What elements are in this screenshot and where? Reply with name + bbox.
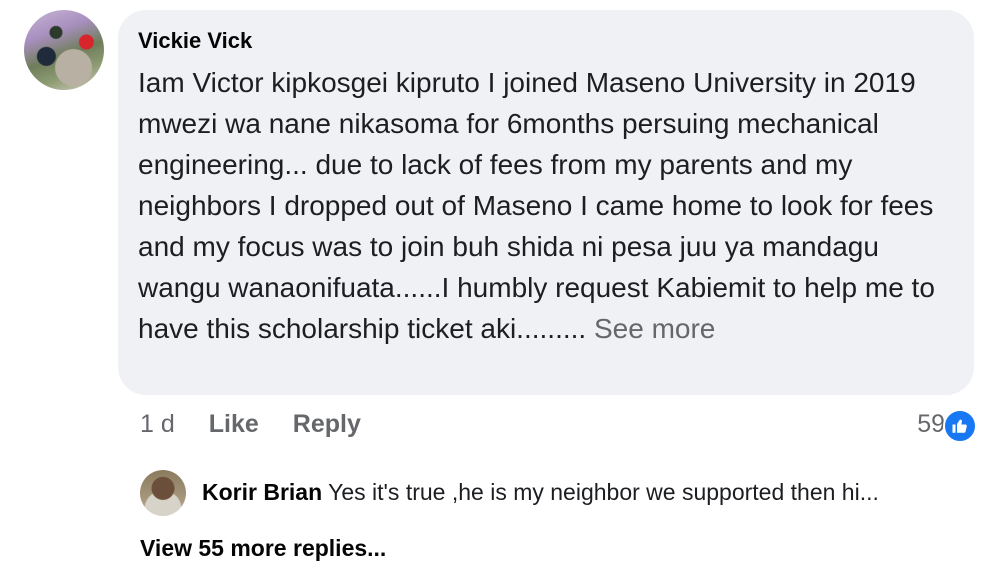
reply-button[interactable]: Reply <box>293 410 361 439</box>
reaction-count[interactable]: 59 <box>917 410 945 439</box>
comment-actions: 1 d Like Reply <box>140 410 361 439</box>
reply-author-name[interactable]: Korir Brian <box>202 479 322 505</box>
like-thumbs-up-icon[interactable] <box>943 409 977 443</box>
reply-author-avatar[interactable] <box>140 470 186 516</box>
see-more-link[interactable]: See more <box>594 313 715 344</box>
thumbs-up-glyph <box>952 419 967 433</box>
comment-author-name[interactable]: Vickie Vick <box>138 28 252 54</box>
comment-text: Iam Victor kipkosgei kipruto I joined Ma… <box>138 62 958 349</box>
comment-body: Iam Victor kipkosgei kipruto I joined Ma… <box>138 67 935 344</box>
comment-timestamp[interactable]: 1 d <box>140 410 175 439</box>
view-more-replies-link[interactable]: View 55 more replies... <box>140 535 386 562</box>
like-button[interactable]: Like <box>209 410 259 439</box>
commenter-avatar[interactable] <box>24 10 104 90</box>
reply-text: Yes it's true ,he is my neighbor we supp… <box>328 479 879 505</box>
reaction-count-value: 59 <box>917 410 945 438</box>
reply-preview[interactable]: Korir Brian Yes it's true ,he is my neig… <box>202 479 879 506</box>
